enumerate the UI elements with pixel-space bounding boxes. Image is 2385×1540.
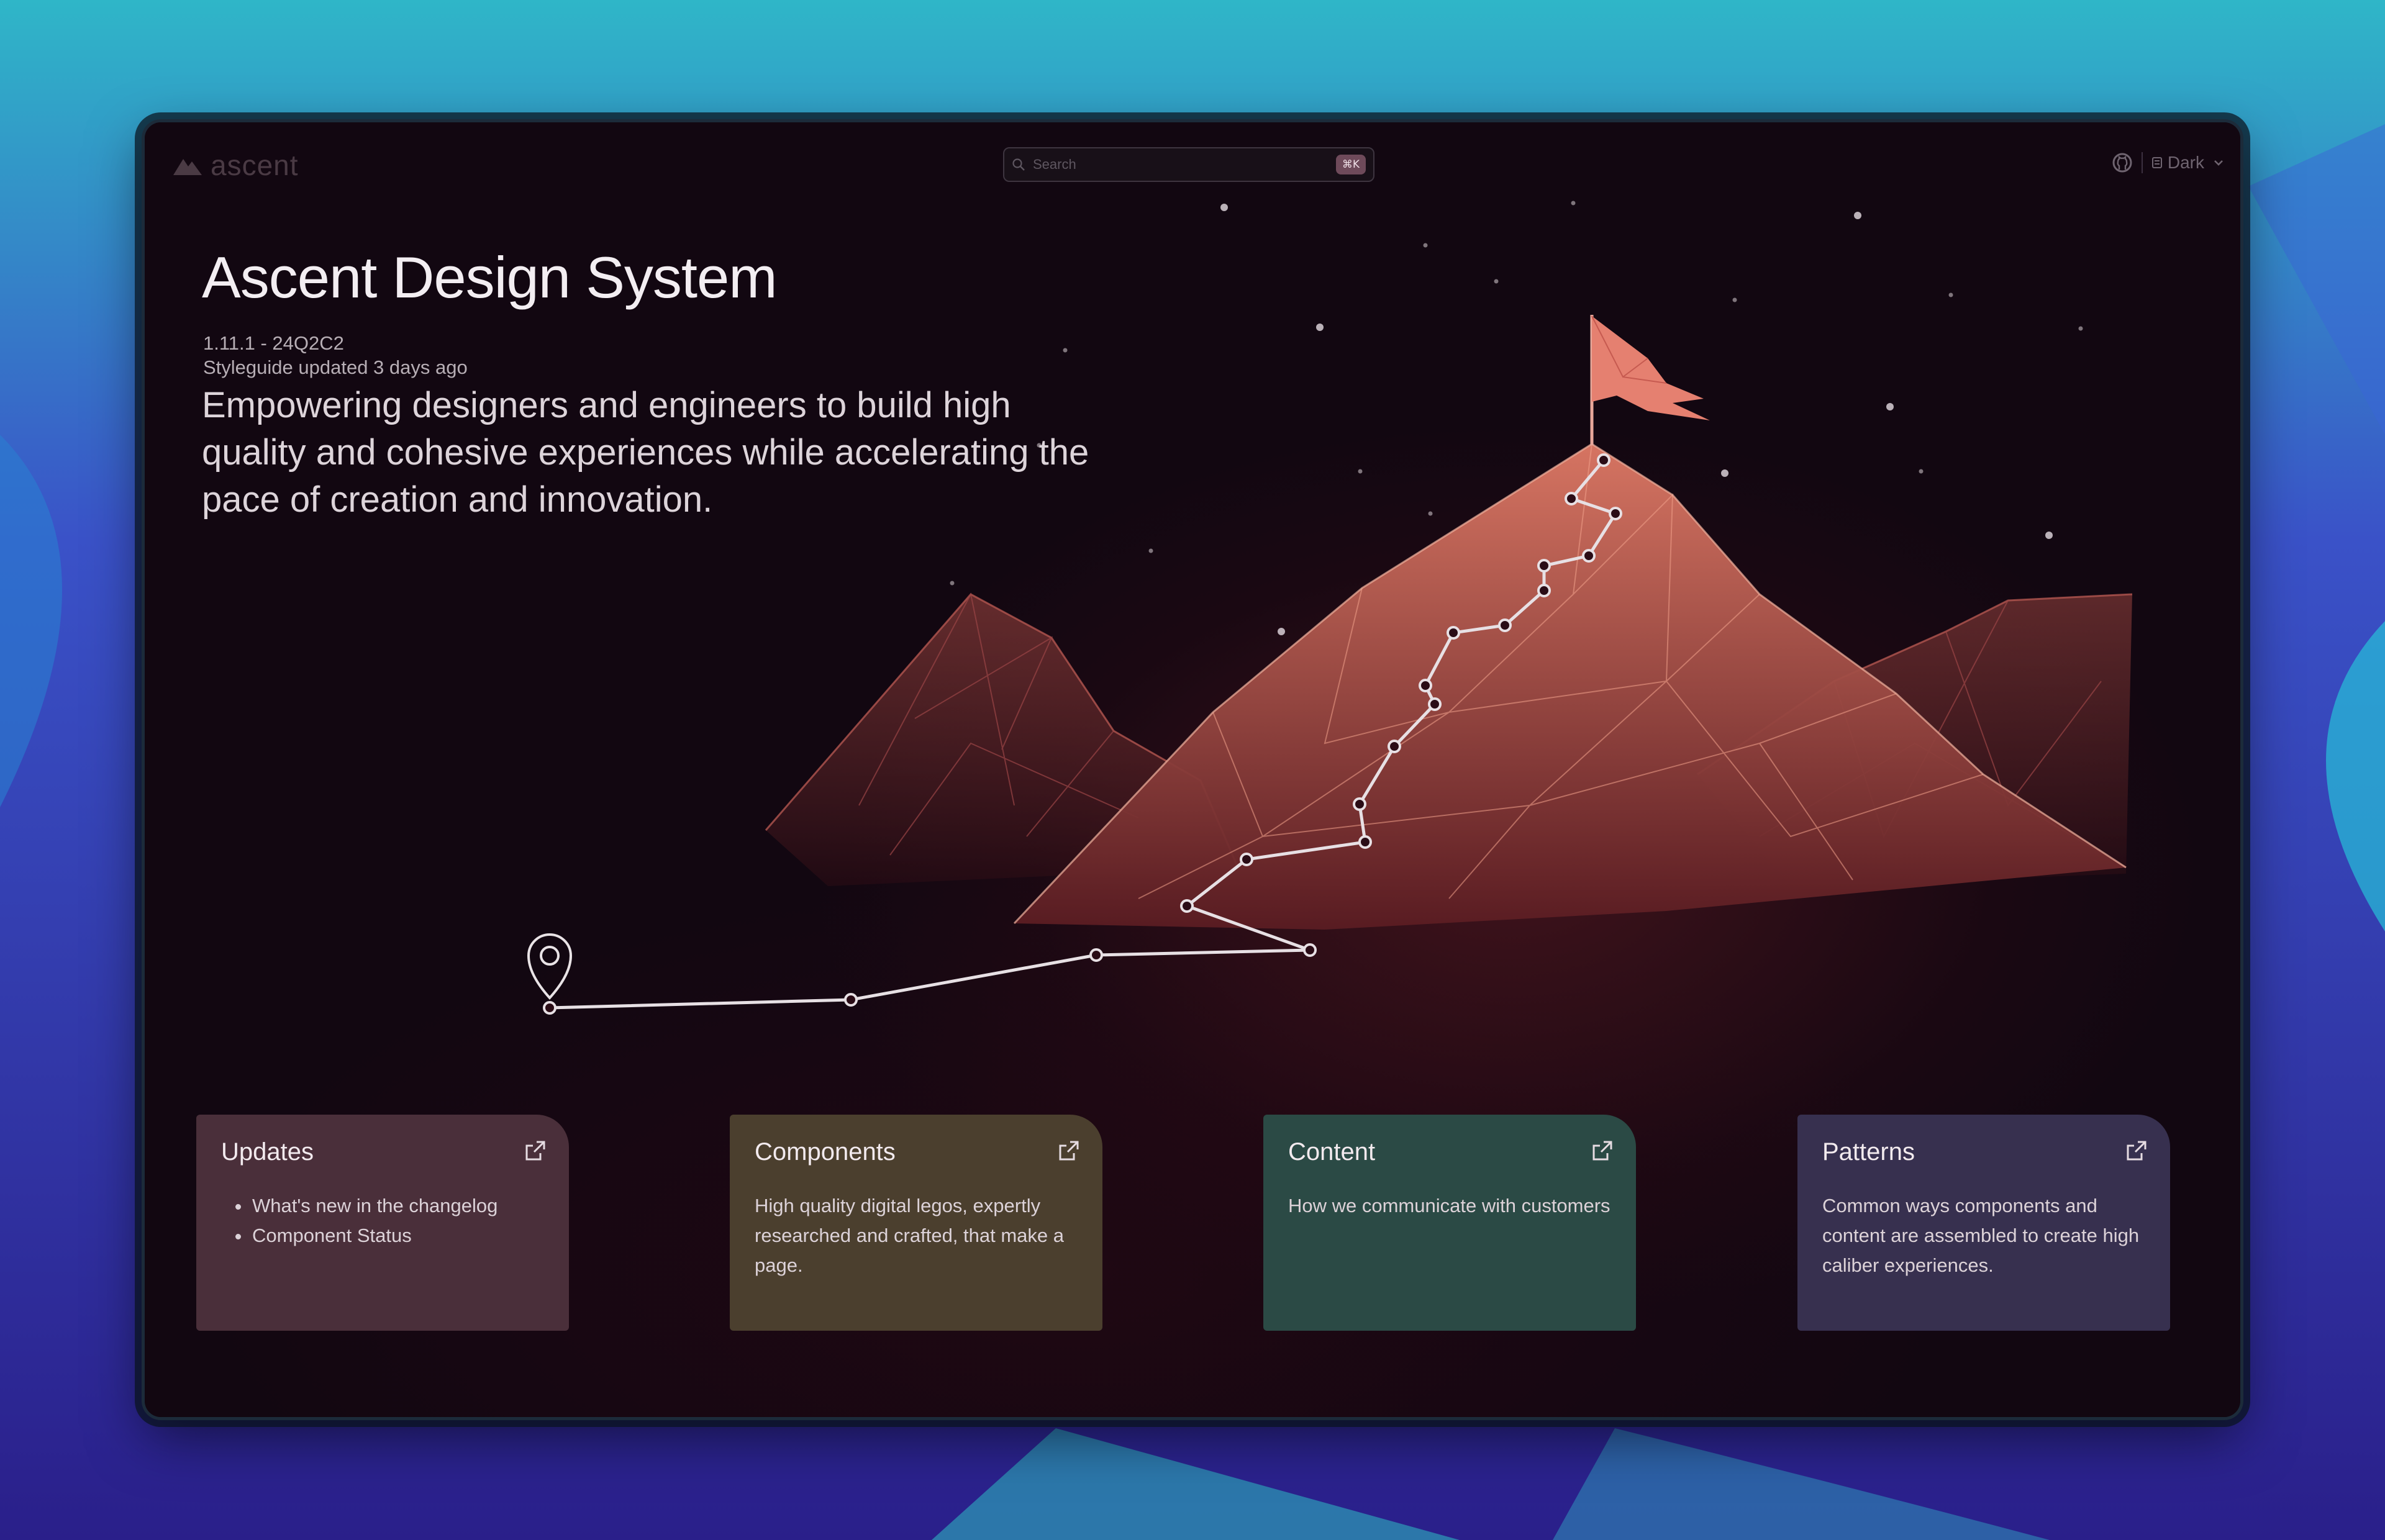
tagline: Empowering designers and engineers to bu… — [202, 385, 1089, 520]
toolbar-right: Dark — [2112, 152, 2225, 173]
chevron-down-icon — [2214, 160, 2223, 166]
github-icon[interactable] — [2112, 152, 2133, 173]
card-title: Content — [1288, 1138, 1376, 1166]
star — [1358, 469, 1363, 474]
external-link-icon[interactable] — [2125, 1139, 2148, 1162]
brand-logo[interactable]: ascent — [172, 148, 299, 182]
card-list-item[interactable]: What's new in the changelog — [251, 1191, 544, 1221]
route-waypoint — [844, 993, 858, 1007]
search-shortcut-badge: ⌘K — [1335, 155, 1366, 174]
route-waypoint — [1582, 549, 1596, 563]
star — [1063, 348, 1068, 353]
flag-icon — [1590, 315, 1710, 445]
search-input[interactable] — [1032, 156, 1336, 173]
route-waypoint — [1419, 679, 1432, 692]
star — [1428, 511, 1433, 516]
map-pin-icon — [527, 933, 573, 1000]
route-waypoint — [1447, 626, 1460, 640]
search-icon — [1012, 158, 1025, 171]
route-waypoint — [1353, 797, 1366, 811]
route-waypoint — [1565, 492, 1578, 505]
route-waypoint — [1498, 618, 1512, 632]
version-info: 1.11.1 - 24Q2C2 Styleguide updated 3 day… — [203, 331, 468, 379]
card-title: Components — [755, 1138, 896, 1166]
updated-label: Styleguide updated 3 days ago — [203, 356, 468, 378]
route-waypoint — [1089, 948, 1103, 962]
external-link-icon[interactable] — [1058, 1139, 1080, 1162]
star — [1854, 212, 1861, 219]
star — [1494, 279, 1499, 284]
mountain-logo-icon — [173, 159, 202, 175]
route-waypoint — [1428, 697, 1442, 711]
star — [1148, 548, 1153, 553]
card-content[interactable]: Content How we communicate with customer… — [1263, 1115, 1636, 1331]
card-description: High quality digital legos, expertly res… — [755, 1195, 1065, 1276]
route-waypoint — [1180, 899, 1194, 913]
theme-icon — [2151, 157, 2162, 168]
route-waypoint — [1597, 453, 1610, 467]
star — [1220, 204, 1228, 211]
search-box[interactable]: ⌘K — [1003, 147, 1374, 182]
card-list: What's new in the changelog Component St… — [221, 1191, 544, 1251]
card-list-item[interactable]: Component Status — [251, 1221, 544, 1251]
route-waypoint — [1537, 559, 1551, 573]
star — [2045, 532, 2053, 539]
route-waypoint — [1537, 584, 1551, 597]
star — [1571, 201, 1576, 206]
star — [1423, 243, 1428, 248]
card-description: Common ways components and content are a… — [1822, 1195, 2140, 1276]
theme-select-value: Dark — [2167, 153, 2204, 172]
star — [1721, 469, 1729, 477]
card-components[interactable]: Components High quality digital legos, e… — [730, 1115, 1102, 1331]
card-updates[interactable]: Updates What's new in the changelog Comp… — [196, 1115, 569, 1331]
card-description: How we communicate with customers — [1288, 1195, 1610, 1216]
star — [1886, 403, 1894, 410]
external-link-icon[interactable] — [1591, 1139, 1614, 1162]
toolbar-divider — [2141, 152, 2143, 173]
version-label: 1.11.1 - 24Q2C2 — [203, 332, 344, 354]
route-waypoint — [1609, 507, 1622, 520]
card-title: Updates — [221, 1138, 314, 1166]
app-window: ascent ⌘K Dark Ascent Design System — [145, 122, 2240, 1417]
theme-select[interactable]: Dark — [2151, 153, 2225, 173]
star — [1948, 292, 1953, 297]
star — [1316, 324, 1324, 331]
card-title: Patterns — [1822, 1138, 1915, 1166]
star — [2078, 326, 2083, 331]
page-title: Ascent Design System — [202, 245, 778, 310]
star — [1278, 628, 1285, 635]
card-patterns[interactable]: Patterns Common ways components and cont… — [1797, 1115, 2170, 1331]
logo-text: ascent — [211, 149, 299, 181]
route-waypoint — [1358, 835, 1372, 849]
external-link-icon[interactable] — [524, 1139, 547, 1162]
route-waypoint — [1303, 943, 1317, 957]
star — [1919, 469, 1924, 474]
route-waypoint — [1388, 740, 1401, 753]
route-waypoint — [543, 1001, 556, 1015]
star — [950, 581, 955, 586]
star — [1732, 297, 1737, 302]
route-waypoint — [1240, 853, 1253, 866]
